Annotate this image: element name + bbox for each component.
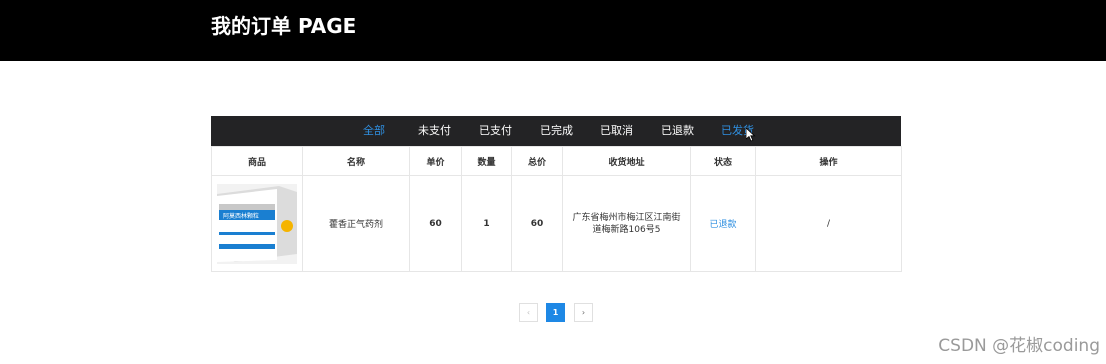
prev-page-button[interactable]: ‹ <box>519 303 538 322</box>
tab-paid[interactable]: 已支付 <box>479 116 512 146</box>
column-header-total: 总价 <box>511 146 563 176</box>
column-header-status: 状态 <box>690 146 756 176</box>
table-row: 阿莫西林颗粒 藿香正气药剂 60 1 60 广东省梅州市梅江区江南街道梅新路10… <box>211 175 902 272</box>
next-page-button[interactable]: › <box>574 303 593 322</box>
top-header-bar: 我的订单 PAGE <box>0 0 1106 61</box>
tab-completed[interactable]: 已完成 <box>540 116 573 146</box>
mouse-cursor-icon <box>746 128 756 142</box>
column-header-product: 商品 <box>211 146 303 176</box>
tab-refunded[interactable]: 已退款 <box>661 116 694 146</box>
tab-all[interactable]: 全部 <box>363 116 385 146</box>
product-image[interactable]: 阿莫西林颗粒 <box>217 183 297 264</box>
unit-price: 60 <box>409 175 462 272</box>
product-cell: 阿莫西林颗粒 <box>211 175 303 272</box>
column-header-quantity: 数量 <box>461 146 512 176</box>
order-status-link[interactable]: 已退款 <box>709 220 736 230</box>
column-header-action: 操作 <box>755 146 902 176</box>
page-number-button[interactable]: 1 <box>546 303 565 322</box>
tab-unpaid[interactable]: 未支付 <box>418 116 451 146</box>
shipping-address: 广东省梅州市梅江区江南街道梅新路106号5 <box>562 175 691 272</box>
total-price: 60 <box>511 175 563 272</box>
product-name: 藿香正气药剂 <box>302 175 410 272</box>
column-header-name: 名称 <box>302 146 410 176</box>
column-header-price: 单价 <box>409 146 462 176</box>
product-image-label: 阿莫西林颗粒 <box>223 212 259 220</box>
column-header-address: 收货地址 <box>562 146 691 176</box>
table-header-row: 商品 名称 单价 数量 总价 收货地址 状态 操作 <box>211 146 902 176</box>
action-cell: / <box>755 175 902 272</box>
status-tab-bar: 全部 未支付 已支付 已完成 已取消 已退款 已发货 <box>211 116 901 146</box>
orders-panel: 全部 未支付 已支付 已完成 已取消 已退款 已发货 商品 名称 单价 数量 总… <box>211 116 902 272</box>
page-title: 我的订单 PAGE <box>211 14 357 38</box>
status-cell: 已退款 <box>690 175 756 272</box>
tab-cancelled[interactable]: 已取消 <box>600 116 633 146</box>
quantity: 1 <box>461 175 512 272</box>
orders-table: 商品 名称 单价 数量 总价 收货地址 状态 操作 阿莫西林颗粒 藿香正气药剂 … <box>211 146 902 272</box>
watermark: CSDN @花椒coding <box>938 336 1100 356</box>
